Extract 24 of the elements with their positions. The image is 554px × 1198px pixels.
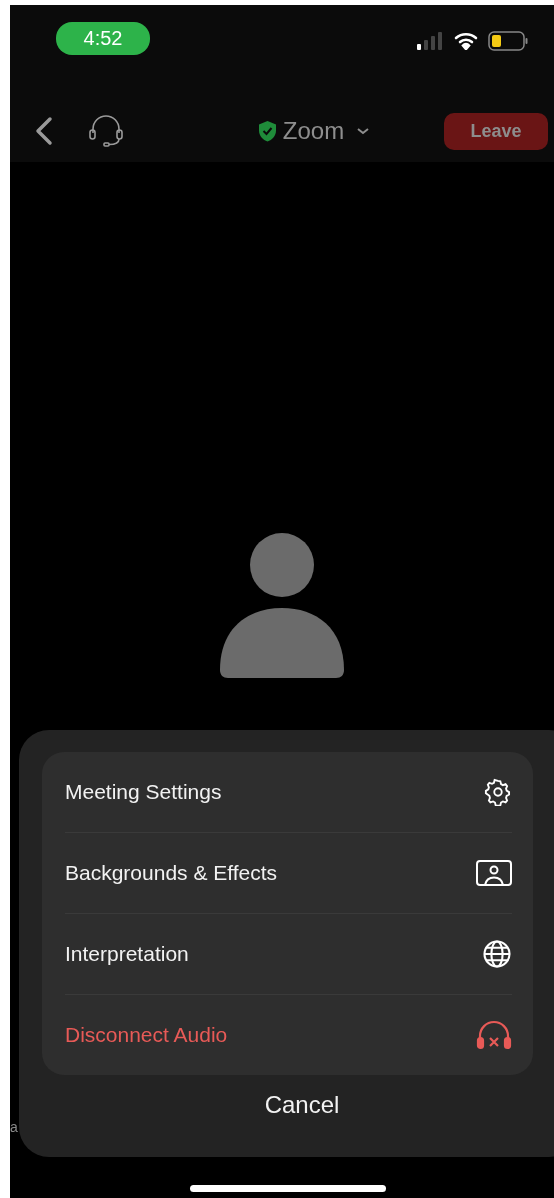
menu-item[interactable]: Disconnect Audio: [65, 995, 512, 1075]
menu-item-label: Backgrounds & Effects: [65, 861, 278, 885]
leave-button[interactable]: Leave: [444, 112, 548, 150]
signal-icon: [417, 32, 444, 50]
wifi-icon: [454, 32, 478, 50]
cancel-button[interactable]: Cancel: [247, 1087, 357, 1123]
menu-item[interactable]: Meeting Settings: [65, 752, 512, 833]
headphones-x-icon: [476, 1020, 512, 1050]
battery-icon: [488, 31, 528, 51]
menu-item-label: Disconnect Audio: [65, 1023, 228, 1047]
menu-item-label: Meeting Settings: [65, 780, 222, 804]
status-time: 4:52: [56, 22, 150, 55]
menu-item[interactable]: Backgrounds & Effects: [65, 833, 512, 914]
globe-icon: [482, 939, 512, 969]
meeting-title[interactable]: Zoom: [282, 117, 345, 145]
menu-item-label: Interpretation: [65, 942, 189, 966]
chevron-down-icon[interactable]: [356, 126, 371, 136]
menu-item[interactable]: Interpretation: [65, 914, 512, 995]
back-icon[interactable]: [34, 116, 54, 146]
shield-check-icon: [257, 120, 277, 142]
gear-icon: [484, 778, 512, 806]
headset-icon[interactable]: [88, 115, 124, 147]
side-text: a: [10, 1119, 18, 1135]
portrait-icon: [476, 859, 512, 887]
